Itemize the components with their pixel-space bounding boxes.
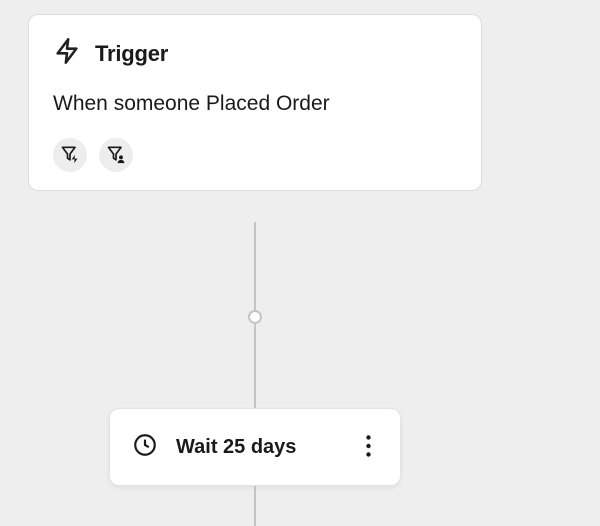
clock-icon	[132, 432, 158, 463]
filter-profile-icon	[106, 144, 126, 167]
trigger-filter-event-button[interactable]	[53, 138, 87, 172]
trigger-card[interactable]: Trigger When someone Placed Order	[28, 14, 482, 191]
trigger-title: Trigger	[95, 41, 168, 67]
filter-event-icon	[60, 144, 80, 167]
trigger-condition-text: When someone Placed Order	[53, 92, 457, 116]
wait-step-card[interactable]: Wait 25 days	[109, 408, 401, 486]
more-vertical-icon	[366, 435, 371, 460]
lightning-icon	[53, 37, 81, 70]
wait-step-label: Wait 25 days	[176, 436, 354, 459]
trigger-filter-row	[53, 138, 457, 172]
flow-connector	[254, 324, 256, 410]
flow-connector	[254, 222, 256, 317]
trigger-filter-profile-button[interactable]	[99, 138, 133, 172]
flow-connector	[254, 486, 256, 526]
add-step-node[interactable]	[248, 310, 262, 324]
flow-canvas: Trigger When someone Placed Order	[0, 0, 600, 522]
wait-step-menu-button[interactable]	[354, 427, 382, 467]
trigger-header: Trigger	[53, 37, 457, 70]
